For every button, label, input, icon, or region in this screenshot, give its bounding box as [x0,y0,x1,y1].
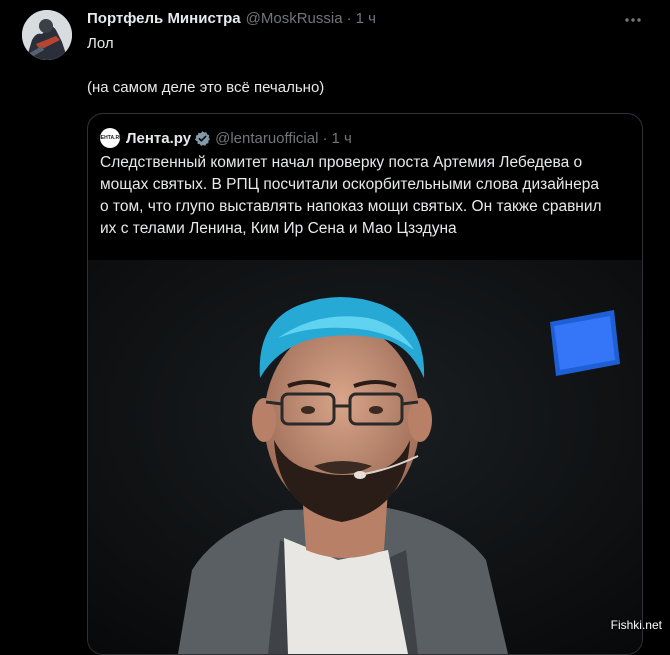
quoted-logo-text: ЛЕНТА.RU [97,135,123,141]
quoted-photo[interactable] [88,260,642,654]
quoted-author-handle[interactable]: @lentaruofficial [215,130,318,147]
quoted-avatar[interactable]: ЛЕНТА.RU [97,128,123,148]
verified-badge-icon [194,130,211,146]
quoted-author-name[interactable]: Лента.ру [126,130,191,147]
tweet-text-line2: (на самом деле это всё печально) [87,79,325,96]
quoted-post-time[interactable]: 1 ч [331,130,351,147]
quoted-separator-dot: · [322,129,328,147]
separator-dot: · [346,10,352,27]
tweet: Портфель Министра @MoskRussia · 1 ч Лол … [0,0,670,655]
tweet-text-line1: Лол [87,35,114,52]
watermark: Fishki.net [610,618,662,632]
author-avatar[interactable] [22,10,72,60]
more-horizontal-icon[interactable] [620,10,646,30]
quoted-text: Следственный комитет начал проверку пост… [100,154,602,237]
avatar-image [22,10,72,60]
author-name[interactable]: Портфель Министра [87,10,241,27]
quoted-header: ЛЕНТА.RU Лента.ру @lentaruofficial · 1 ч [97,128,352,148]
more-dots [625,18,641,22]
tweet-header: Портфель Министра @MoskRussia · 1 ч [87,10,376,30]
quoted-tweet[interactable]: ЛЕНТА.RU Лента.ру @lentaruofficial · 1 ч… [87,113,643,655]
author-handle[interactable]: @MoskRussia [246,10,343,27]
post-time[interactable]: 1 ч [356,10,376,27]
